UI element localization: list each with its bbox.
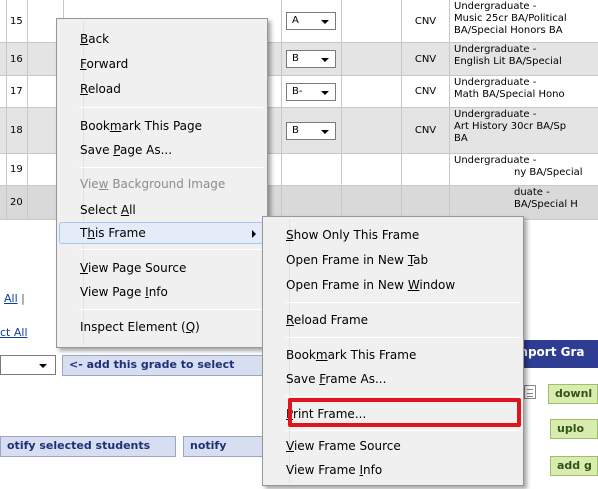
menu-separator	[79, 249, 263, 250]
add-grade-button[interactable]: <- add this grade to select	[62, 355, 267, 376]
row-number: 18	[6, 108, 28, 153]
menu-item-view-page-info[interactable]: View Page Info	[59, 281, 265, 303]
menu-item-back[interactable]: Back	[59, 28, 265, 50]
menu-item-open-frame-new-tab[interactable]: Open Frame in New Tab	[265, 249, 521, 271]
blank-cell	[342, 0, 402, 42]
upload-button[interactable]: uplo	[550, 419, 598, 439]
notify-selected-students-button[interactable]: otify selected students	[0, 436, 176, 457]
program-line: duate -	[514, 187, 550, 198]
program-cell: Undergraduate - Music 25cr BA/Political …	[450, 0, 598, 42]
row-number: 19	[6, 154, 28, 185]
program-line: Undergraduate -	[454, 44, 537, 55]
program-line: ny BA/Special	[514, 167, 583, 178]
program-cell: Undergraduate - English Lit BA/Special	[450, 43, 598, 75]
menu-item-bookmark-page[interactable]: Bookmark This Page	[59, 115, 265, 137]
blank-cell	[342, 108, 402, 153]
menu-item-view-frame-source[interactable]: View Frame Source	[265, 435, 521, 457]
program-line: BA/Special Honors BA	[454, 25, 563, 36]
menu-item-bookmark-frame[interactable]: Bookmark This Frame	[265, 344, 521, 366]
program-line: Undergraduate -	[454, 109, 537, 120]
chevron-down-icon	[321, 91, 329, 95]
blank-cell	[342, 186, 402, 219]
status-cell: CNV	[402, 76, 450, 107]
menu-item-inspect-element[interactable]: Inspect Element (Q)	[59, 316, 265, 338]
all-link[interactable]: All	[4, 292, 18, 305]
menu-item-forward[interactable]: Forward	[59, 53, 265, 75]
document-icon	[524, 385, 536, 399]
menu-separator	[285, 430, 519, 431]
this-frame-submenu: Show Only This Frame Open Frame in New T…	[262, 216, 524, 486]
program-cell: Undergraduate - Art History 30cr BA/Sp B…	[450, 108, 598, 153]
notify-all-button[interactable]: notify	[183, 436, 263, 457]
menu-separator	[285, 337, 519, 338]
grade-cell	[282, 186, 342, 219]
program-line: Math BA/Special Hono	[454, 89, 565, 100]
program-cell: Undergraduate - Math BA/Special Hono	[450, 76, 598, 107]
blank-cell	[342, 76, 402, 107]
grade-select[interactable]: B	[286, 50, 336, 68]
link-separator: |	[21, 292, 25, 305]
chevron-down-icon	[321, 58, 329, 62]
status-cell: CNV	[402, 108, 450, 153]
select-all-link[interactable]: ct All	[0, 326, 28, 339]
add-grade-green-button[interactable]: add g	[550, 456, 598, 476]
status-cell	[402, 154, 450, 185]
blank-cell	[342, 154, 402, 185]
grade-cell: B	[282, 108, 342, 153]
grade-select[interactable]: B	[286, 122, 336, 140]
program-line: Undergraduate -	[454, 77, 537, 88]
row-number: 16	[6, 43, 28, 75]
grade-select[interactable]: A	[286, 12, 336, 30]
chevron-down-icon	[321, 130, 329, 134]
status-cell: CNV	[402, 0, 450, 42]
row-number: 17	[6, 76, 28, 107]
grade-cell: A	[282, 0, 342, 42]
program-line: Undergraduate -	[454, 155, 537, 166]
menu-separator	[285, 302, 519, 303]
menu-separator	[79, 107, 263, 108]
blank-cell	[342, 43, 402, 75]
menu-item-this-frame[interactable]: This Frame	[59, 222, 265, 244]
menu-item-show-only-this-frame[interactable]: Show Only This Frame	[265, 224, 521, 246]
menu-item-save-page[interactable]: Save Page As...	[59, 139, 265, 161]
program-line: English Lit BA/Special	[454, 56, 562, 67]
grade-cell: B-	[282, 76, 342, 107]
program-line: Undergraduate -	[454, 1, 537, 12]
grade-select[interactable]: B-	[286, 83, 336, 101]
status-cell	[402, 186, 450, 219]
menu-separator	[285, 396, 519, 397]
menu-separator	[79, 167, 263, 168]
menu-item-reload[interactable]: Reload	[59, 78, 265, 100]
context-menu: Back Forward Reload Bookmark This Page S…	[56, 18, 268, 348]
grade-dropdown[interactable]	[0, 355, 56, 375]
download-button[interactable]: downl	[548, 384, 598, 404]
menu-item-view-frame-info[interactable]: View Frame Info	[265, 459, 521, 481]
program-cell: duate - BA/Special H	[450, 186, 598, 219]
menu-item-view-page-source[interactable]: View Page Source	[59, 257, 265, 279]
program-cell: Undergraduate - ny BA/Special	[450, 154, 598, 185]
menu-item-select-all[interactable]: Select All	[59, 199, 265, 221]
status-cell: CNV	[402, 43, 450, 75]
row-number: 15	[6, 0, 28, 42]
row-number: 20	[6, 186, 28, 219]
program-line: BA	[454, 133, 468, 144]
grade-cell	[282, 154, 342, 185]
menu-item-open-frame-new-window[interactable]: Open Frame in New Window	[265, 274, 521, 296]
print-frame-highlight	[288, 398, 521, 427]
submenu-arrow-icon	[252, 230, 256, 238]
program-line: Art History 30cr BA/Sp	[454, 121, 567, 132]
menu-item-view-background-image: View Background Image	[80, 177, 226, 191]
program-line: BA/Special H	[514, 199, 578, 210]
program-line: Music 25cr BA/Political	[454, 13, 567, 24]
select-all-bar: All |	[4, 292, 25, 305]
menu-separator	[79, 309, 263, 310]
chevron-down-icon	[39, 364, 47, 368]
menu-item-reload-frame[interactable]: Reload Frame	[265, 309, 521, 331]
chevron-down-icon	[321, 20, 329, 24]
grade-cell: B	[282, 43, 342, 75]
menu-item-save-frame[interactable]: Save Frame As...	[265, 368, 521, 390]
